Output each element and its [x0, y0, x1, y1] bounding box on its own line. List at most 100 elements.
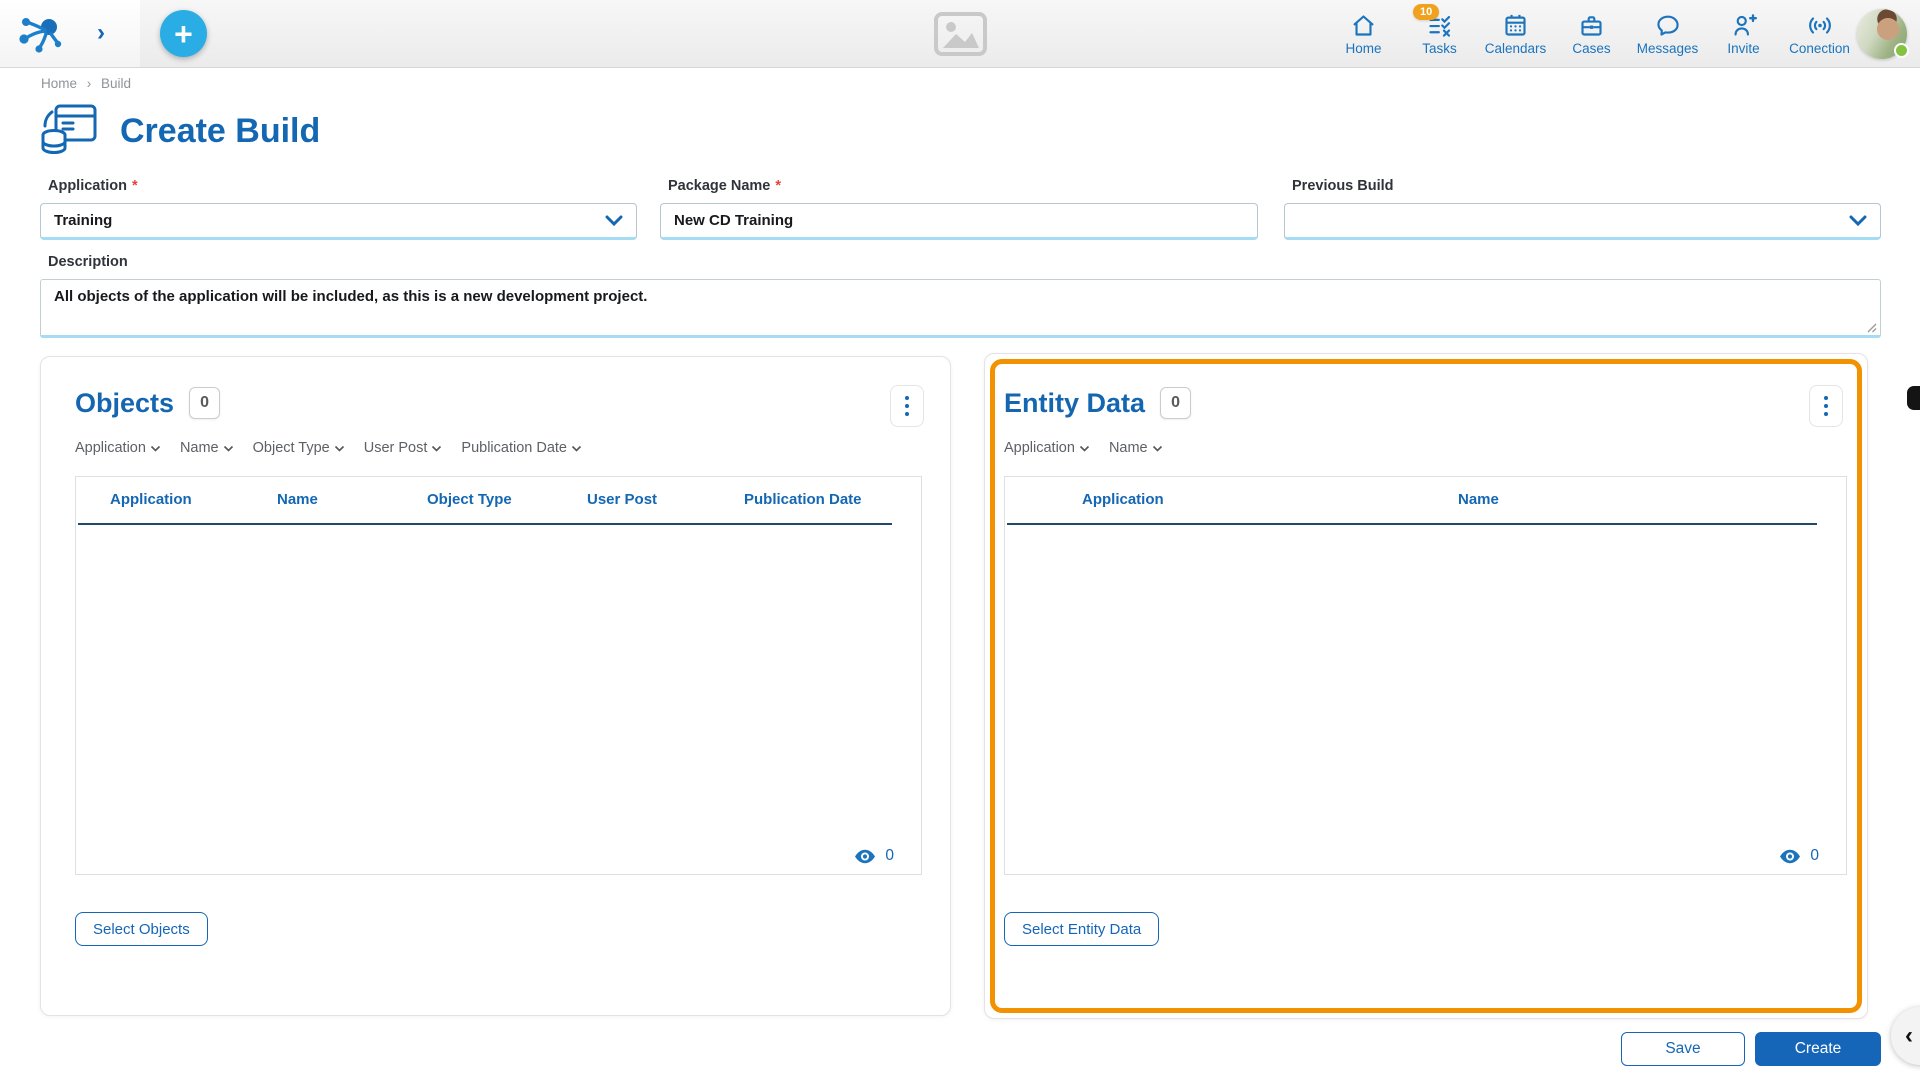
create-build-screen: › + Home 10	[0, 0, 1920, 1080]
nav-label: Tasks	[1422, 41, 1457, 56]
objects-table: Application Name Object Type User Post P…	[75, 476, 922, 875]
breadcrumb-build[interactable]: Build	[101, 76, 131, 91]
connection-signal-icon	[1806, 9, 1834, 39]
page-title: Create Build	[120, 112, 320, 151]
calendar-icon	[1502, 9, 1529, 39]
filter-name[interactable]: Name	[180, 440, 234, 456]
objects-filters: Application Name Object Type User Post P…	[75, 440, 922, 456]
column-header-object-type: Object Type	[427, 491, 512, 508]
entity-panel-title: Entity Data	[1004, 388, 1145, 419]
application-select[interactable]: Training	[40, 203, 637, 240]
description-label: Description	[48, 254, 1881, 270]
briefcase-icon	[1578, 9, 1605, 39]
home-icon	[1350, 9, 1377, 39]
description-textarea[interactable]: All objects of the application will be i…	[40, 279, 1881, 338]
build-icon	[40, 102, 98, 160]
objects-count-badge: 0	[189, 387, 220, 419]
breadcrumb-home[interactable]: Home	[41, 76, 77, 91]
chevron-down-icon	[605, 215, 623, 226]
add-button[interactable]: +	[160, 10, 207, 57]
nav-item-home[interactable]: Home	[1329, 9, 1398, 56]
filter-application[interactable]: Application	[1004, 440, 1090, 456]
user-avatar[interactable]	[1857, 9, 1907, 59]
description-field: Description All objects of the applicati…	[40, 254, 1881, 338]
required-asterisk: *	[775, 178, 781, 194]
app-logo-icon[interactable]	[18, 14, 64, 54]
save-button[interactable]: Save	[1621, 1032, 1745, 1066]
column-header-name: Name	[1458, 491, 1499, 508]
nav-item-invite[interactable]: Invite	[1709, 9, 1778, 56]
top-bar: › + Home 10	[0, 0, 1920, 68]
nav-item-calendars[interactable]: Calendars	[1481, 9, 1550, 56]
package-name-label: Package Name*	[668, 178, 1258, 194]
chevron-down-icon	[334, 445, 345, 452]
chevron-down-icon	[1849, 215, 1867, 226]
message-icon	[1654, 9, 1682, 39]
select-objects-button[interactable]: Select Objects	[75, 912, 208, 946]
resize-grip-icon[interactable]	[1867, 323, 1877, 333]
chevron-down-icon	[150, 445, 161, 452]
column-header-application: Application	[1082, 491, 1164, 508]
create-button[interactable]: Create	[1755, 1032, 1881, 1066]
objects-panel: Objects 0 Application Name Object Type U…	[40, 356, 951, 1016]
nav-item-cases[interactable]: Cases	[1557, 9, 1626, 56]
previous-build-label: Previous Build	[1292, 178, 1881, 194]
chevron-down-icon	[1079, 445, 1090, 452]
nav-label: Home	[1345, 41, 1381, 56]
entity-count-badge: 0	[1160, 387, 1191, 419]
nav-label: Invite	[1727, 41, 1759, 56]
breadcrumb: Home › Build	[41, 76, 131, 91]
filter-application[interactable]: Application	[75, 440, 161, 456]
application-field: Application* Training	[40, 178, 637, 240]
previous-build-select[interactable]	[1284, 203, 1881, 240]
table-header-rule	[78, 523, 892, 525]
filter-name[interactable]: Name	[1109, 440, 1163, 456]
eye-icon	[854, 849, 876, 864]
required-asterisk: *	[132, 178, 138, 194]
nav-item-conection[interactable]: Conection	[1785, 9, 1854, 56]
chevron-down-icon	[1152, 445, 1163, 452]
sidebar-expand-chevron-icon[interactable]: ›	[97, 20, 105, 46]
entity-table: Application Name 0	[1004, 476, 1847, 875]
select-entity-data-button[interactable]: Select Entity Data	[1004, 912, 1159, 946]
chevron-down-icon	[223, 445, 234, 452]
application-select-value: Training	[54, 212, 112, 229]
breadcrumb-separator: ›	[87, 76, 92, 91]
objects-visible-toggle[interactable]: 0	[854, 847, 894, 865]
page-title-row: Create Build	[40, 102, 320, 160]
column-header-name: Name	[277, 491, 318, 508]
online-status-dot	[1894, 43, 1909, 58]
nav-item-tasks[interactable]: 10 Tasks	[1405, 9, 1474, 56]
entity-filters: Application Name	[1004, 440, 1847, 456]
tasks-count-badge: 10	[1413, 4, 1439, 20]
nav-item-messages[interactable]: Messages	[1633, 9, 1702, 56]
header-image-placeholder-icon	[933, 11, 988, 62]
filter-object-type[interactable]: Object Type	[253, 440, 345, 456]
package-name-field: Package Name*	[660, 178, 1258, 240]
application-label: Application*	[48, 178, 637, 194]
package-name-input[interactable]	[660, 203, 1258, 240]
entity-visible-toggle[interactable]: 0	[1779, 847, 1819, 865]
nav-label: Messages	[1637, 41, 1699, 56]
column-header-application: Application	[110, 491, 192, 508]
collapse-panel-chevron-icon[interactable]: ‹	[1891, 1007, 1920, 1065]
objects-visible-count: 0	[885, 847, 894, 865]
nav-label: Conection	[1789, 41, 1850, 56]
eye-icon	[1779, 849, 1801, 864]
table-header-rule	[1007, 523, 1817, 525]
previous-build-field: Previous Build	[1284, 178, 1881, 240]
nav-label: Cases	[1572, 41, 1610, 56]
chevron-down-icon	[571, 445, 582, 452]
app-logo-area: ›	[0, 0, 140, 67]
entity-visible-count: 0	[1810, 847, 1819, 865]
mouse-cursor	[1907, 386, 1920, 410]
chevron-down-icon	[431, 445, 442, 452]
top-navigation: Home 10 Tasks	[1329, 9, 1854, 56]
nav-label: Calendars	[1485, 41, 1547, 56]
invite-person-icon	[1730, 9, 1758, 39]
column-header-publication-date: Publication Date	[744, 491, 862, 508]
filter-publication-date[interactable]: Publication Date	[461, 440, 582, 456]
entity-data-panel: Entity Data 0 Application Name Applicati…	[984, 353, 1868, 1019]
filter-user-post[interactable]: User Post	[364, 440, 443, 456]
description-text: All objects of the application will be i…	[54, 288, 647, 305]
